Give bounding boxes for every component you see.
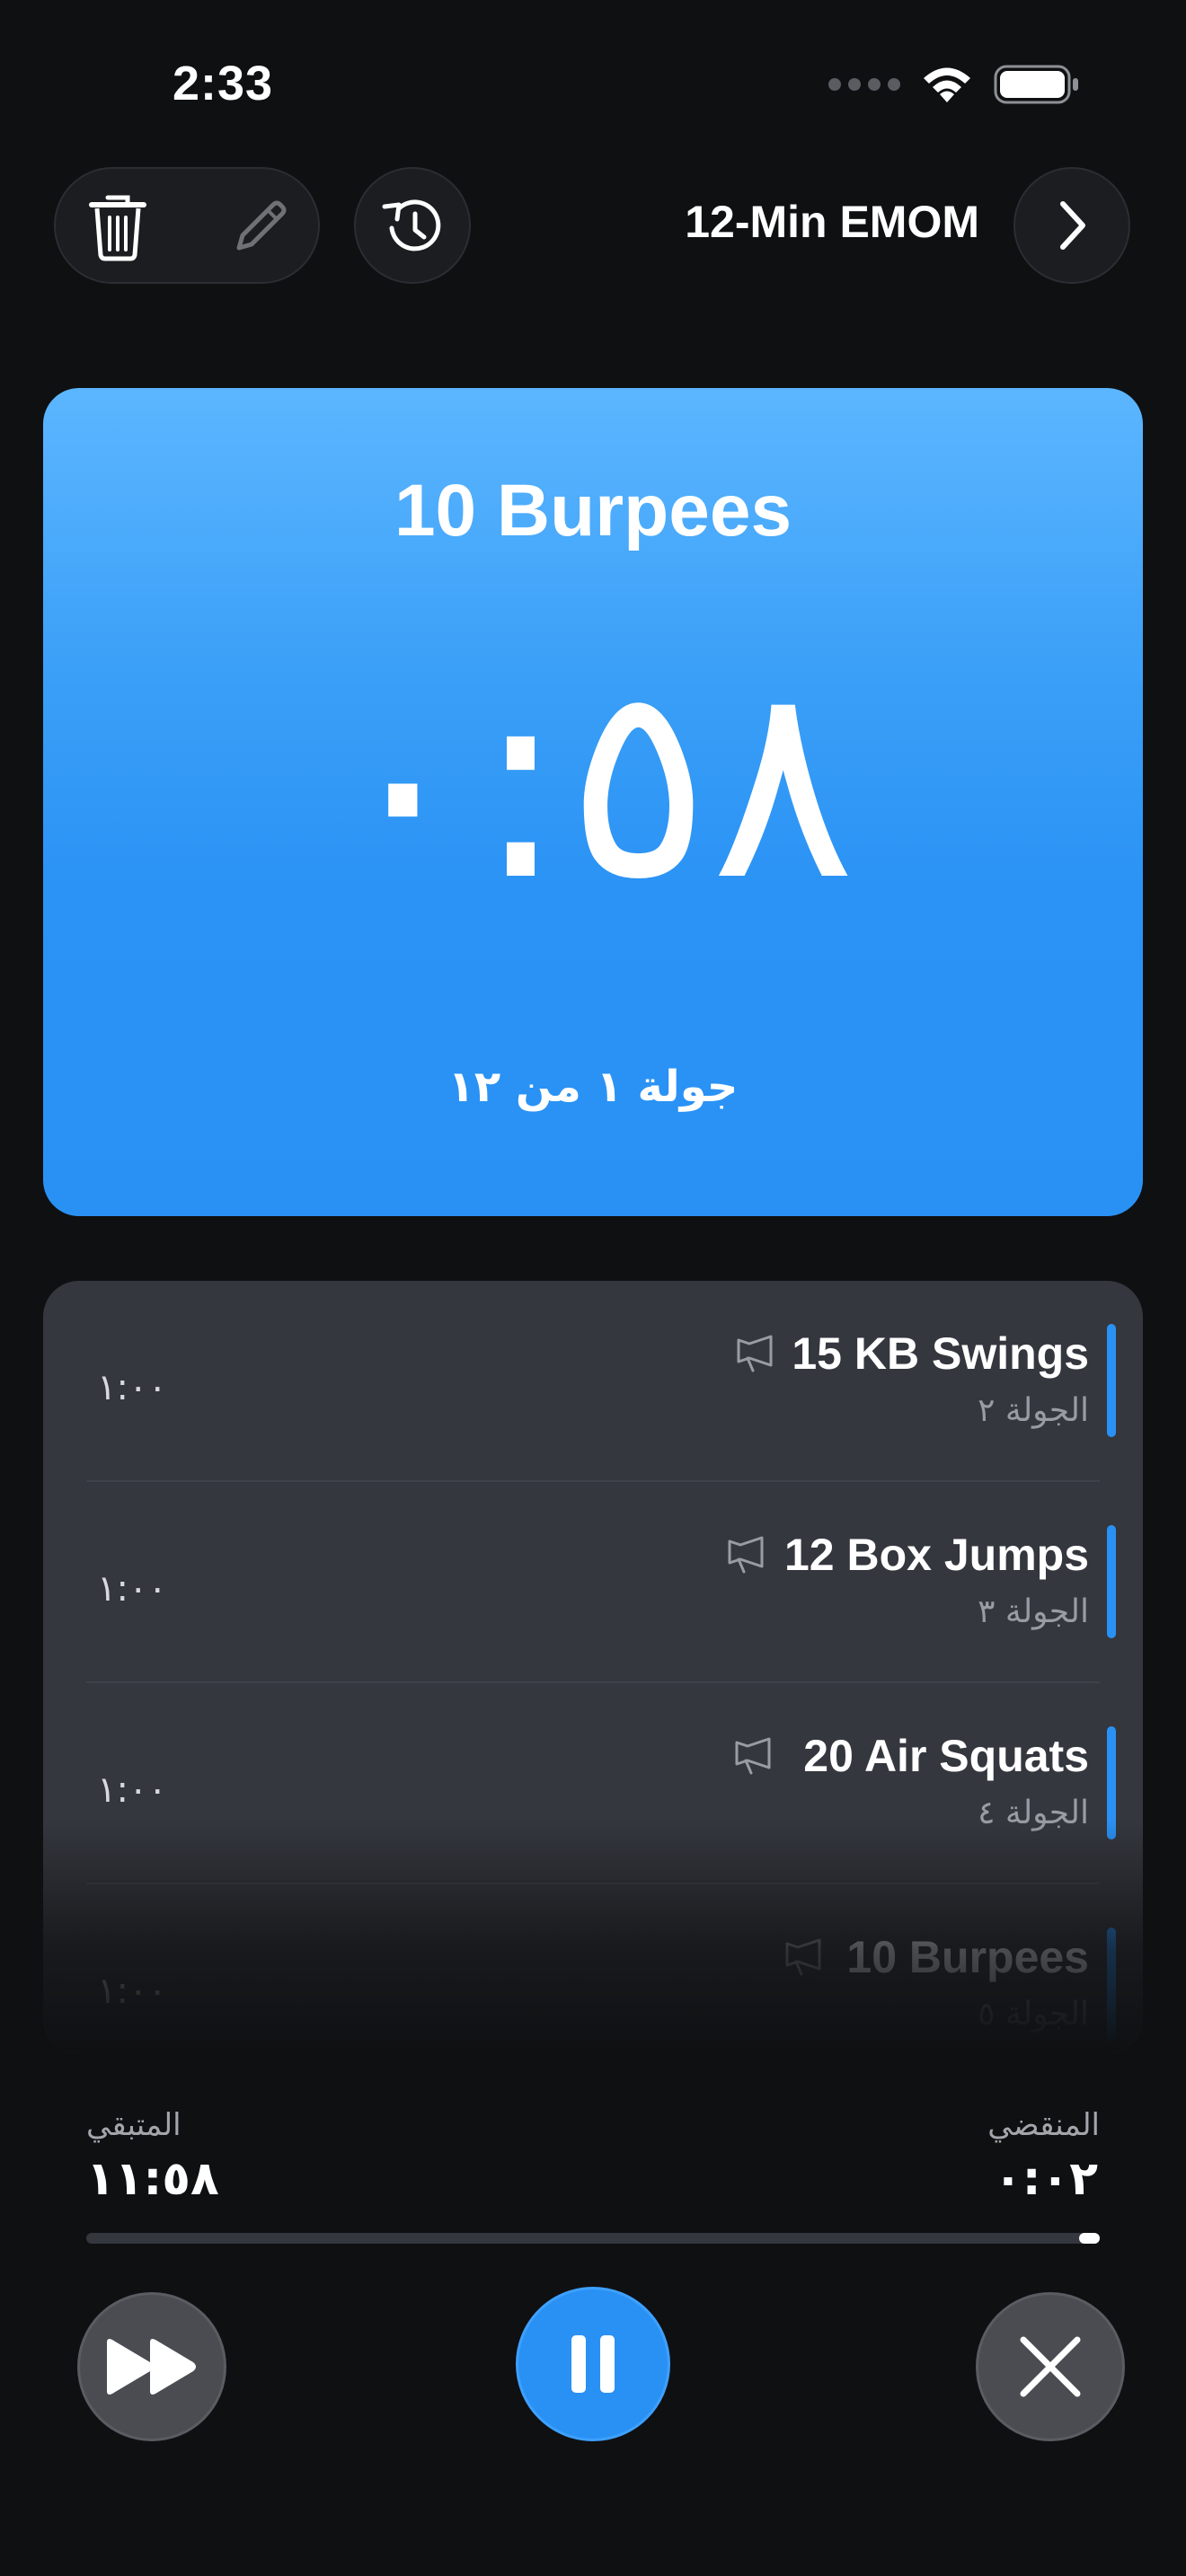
progress-track[interactable] (86, 2233, 1100, 2244)
remaining-time: ١١:٥٨ (86, 2152, 219, 2206)
accent-bar (1107, 1324, 1116, 1437)
exercise-name: 10 Burpees (846, 1932, 1089, 1982)
list-item[interactable]: 10 Burpees الجولة ٥ ١:٠٠ (43, 1884, 1143, 2053)
progress-fill (1079, 2233, 1100, 2244)
round-label: الجولة ٢ (978, 1392, 1089, 1429)
elapsed-time: ٠:٠٢ (993, 2152, 1098, 2206)
history-icon (382, 199, 441, 251)
cellular-signal-icon (828, 78, 900, 91)
trash-icon[interactable] (88, 192, 147, 262)
exercise-name: 15 KB Swings (792, 1328, 1089, 1379)
upcoming-intervals-list[interactable]: 15 KB Swings الجولة ٢ ١:٠٠ 12 Box Jumps … (43, 1281, 1143, 2053)
wifi-icon (924, 67, 970, 102)
accent-bar (1107, 1928, 1116, 2041)
exercise-name: 12 Box Jumps (783, 1530, 1089, 1580)
current-interval-card: 10 Burpees ٠:٥٨ جولة ١ من ١٢ (43, 388, 1143, 1216)
countdown-timer: ٠:٥٨ (330, 626, 856, 940)
megaphone-icon[interactable] (726, 1534, 769, 1574)
history-button[interactable] (354, 167, 471, 284)
chevron-right-icon (1060, 201, 1085, 250)
emom-timer-screen: 2:33 12-Min EMOM 10 Burpees ٠:٥٨ جولة ١ … (0, 0, 1186, 2576)
exercise-name: 20 Air Squats (803, 1731, 1089, 1781)
accent-bar (1107, 1726, 1116, 1839)
interval-duration: ١:٠٠ (97, 1568, 167, 1610)
edit-delete-group (54, 167, 320, 284)
pencil-icon[interactable] (232, 196, 289, 255)
skip-button[interactable] (77, 2292, 226, 2441)
pause-icon (571, 2335, 615, 2393)
remaining-label: المتبقي (86, 2107, 181, 2143)
interval-duration: ١:٠٠ (97, 1971, 167, 2012)
list-item[interactable]: 12 Box Jumps الجولة ٣ ١:٠٠ (43, 1482, 1143, 1683)
round-indicator: جولة ١ من ١٢ (447, 1062, 739, 1112)
close-icon (1020, 2336, 1081, 2397)
list-item[interactable]: 15 KB Swings الجولة ٢ ١:٠٠ (43, 1281, 1143, 1482)
status-time: 2:33 (173, 57, 274, 110)
megaphone-icon[interactable] (735, 1333, 778, 1372)
interval-duration: ١:٠٠ (97, 1769, 167, 1811)
megaphone-icon[interactable] (783, 1936, 827, 1976)
fast-forward-icon (107, 2339, 196, 2395)
workout-title: 12-Min EMOM (685, 197, 979, 247)
status-icons (828, 65, 1080, 104)
pause-button[interactable] (516, 2287, 670, 2441)
round-label: الجولة ٥ (978, 1996, 1089, 2033)
megaphone-icon[interactable] (733, 1735, 776, 1775)
next-workout-button[interactable] (1013, 167, 1130, 284)
battery-icon (994, 65, 1078, 104)
round-label: الجولة ٣ (978, 1593, 1089, 1630)
list-item[interactable]: 20 Air Squats الجولة ٤ ١:٠٠ (43, 1683, 1143, 1884)
current-exercise: 10 Burpees (394, 470, 792, 551)
close-button[interactable] (976, 2292, 1125, 2441)
elapsed-label: المنقضي (987, 2107, 1100, 2143)
accent-bar (1107, 1525, 1116, 1638)
interval-duration: ١:٠٠ (97, 1367, 167, 1408)
round-label: الجولة ٤ (978, 1795, 1089, 1831)
